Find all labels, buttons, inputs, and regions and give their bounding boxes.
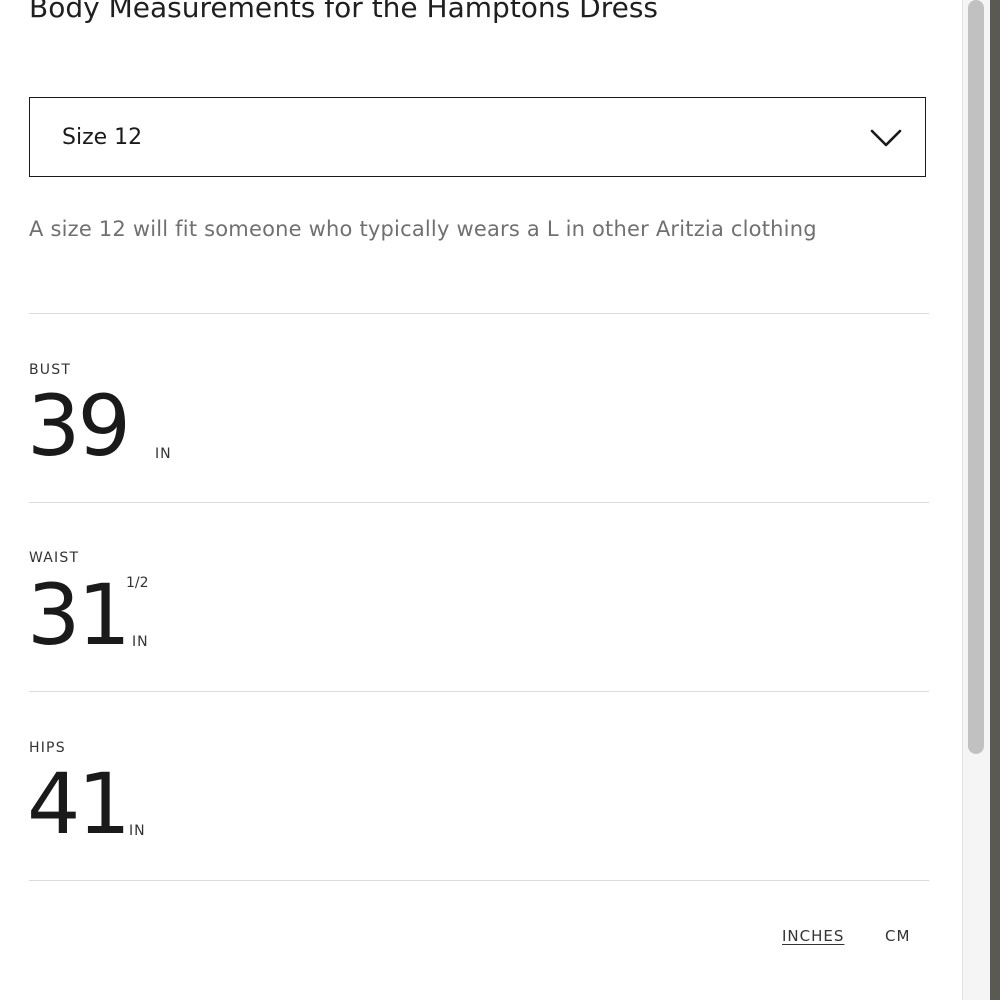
chevron-down-icon <box>870 129 902 147</box>
divider <box>29 313 929 314</box>
size-guide-panel: Body Measurements for the Hamptons Dress… <box>0 0 962 1000</box>
measurement-label: WAIST <box>29 550 80 566</box>
divider <box>29 691 929 692</box>
page-title: Body Measurements for the Hamptons Dress <box>29 0 659 24</box>
measurement-unit: IN <box>129 823 146 839</box>
measurement-unit: IN <box>132 634 149 650</box>
fit-note: A size 12 will fit someone who typically… <box>29 217 817 241</box>
size-select[interactable]: Size 12 <box>29 97 926 177</box>
window-edge <box>990 0 1000 1000</box>
measurement-fraction: 1/2 <box>126 575 149 591</box>
divider <box>29 880 929 881</box>
measurement-unit: IN <box>155 446 172 462</box>
measurement-value: 39 <box>27 377 131 475</box>
size-select-value: Size 12 <box>62 125 143 150</box>
measurement-value: 41 <box>27 755 131 853</box>
unit-toggle-cm[interactable]: CM <box>885 926 910 946</box>
unit-toggle-inches[interactable]: INCHES <box>782 926 844 946</box>
measurement-value: 31 <box>27 566 131 664</box>
divider <box>29 502 929 503</box>
scrollbar-thumb[interactable] <box>968 0 984 754</box>
